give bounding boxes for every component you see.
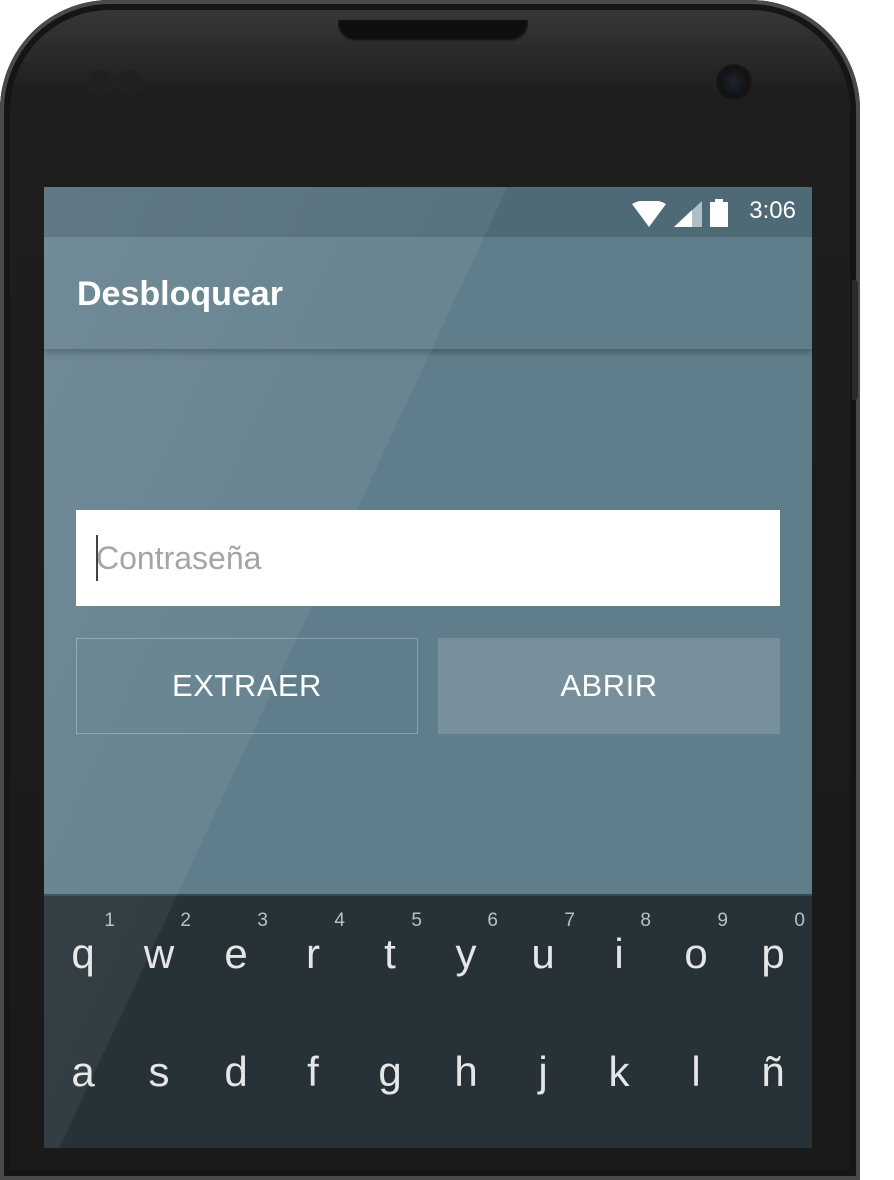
light-sensor [118, 70, 142, 94]
key-label: i [614, 930, 624, 977]
key-label: r [306, 930, 320, 977]
key-hint: 8 [640, 910, 651, 931]
key-r[interactable]: 4r [275, 896, 351, 1006]
key-k[interactable]: k [581, 1014, 657, 1124]
key-label: l [691, 1048, 701, 1095]
app-bar: Desbloquear [44, 237, 812, 349]
signal-icon [674, 201, 702, 227]
key-q[interactable]: 1q [45, 896, 121, 1006]
key-s[interactable]: s [121, 1014, 197, 1124]
key-f[interactable]: f [275, 1014, 351, 1124]
key-label: a [71, 1048, 95, 1095]
screen: 3:06 Desbloquear EXTRAER ABRIR 1q 2w 3e … [44, 187, 812, 1148]
battery-icon [710, 199, 728, 227]
key-label: y [455, 930, 477, 977]
key-a[interactable]: a [45, 1014, 121, 1124]
status-time: 3:06 [749, 197, 796, 224]
key-e[interactable]: 3e [198, 896, 274, 1006]
app-title: Desbloquear [77, 275, 283, 313]
key-hint: 9 [717, 910, 728, 931]
status-icons [632, 199, 728, 227]
key-label: o [684, 930, 708, 977]
key-label: g [378, 1048, 402, 1095]
proximity-sensor [88, 70, 112, 94]
key-t[interactable]: 5t [352, 896, 428, 1006]
earpiece-speaker [338, 20, 528, 42]
key-label: e [224, 930, 248, 977]
key-label: ñ [761, 1048, 785, 1095]
front-camera [716, 64, 752, 100]
power-button[interactable] [852, 280, 858, 400]
wifi-icon [632, 201, 666, 227]
key-n-tilde[interactable]: ñ [735, 1014, 811, 1124]
key-u[interactable]: 7u [505, 896, 581, 1006]
key-hint: 4 [334, 910, 345, 931]
key-d[interactable]: d [198, 1014, 274, 1124]
key-label: s [148, 1048, 170, 1095]
key-w[interactable]: 2w [121, 896, 197, 1006]
key-hint: 3 [257, 910, 268, 931]
key-g[interactable]: g [352, 1014, 428, 1124]
soft-keyboard: 1q 2w 3e 4r 5t 6y 7u 8i 9o 0p a s d f g … [44, 894, 812, 1148]
key-label: w [143, 930, 175, 977]
key-label: d [224, 1048, 248, 1095]
key-label: j [538, 1048, 548, 1095]
key-h[interactable]: h [428, 1014, 504, 1124]
password-input[interactable] [76, 510, 780, 606]
extract-button[interactable]: EXTRAER [76, 638, 418, 734]
key-hint: 1 [104, 910, 115, 931]
key-hint: 2 [180, 910, 191, 931]
key-label: t [384, 930, 396, 977]
key-label: h [454, 1048, 478, 1095]
key-y[interactable]: 6y [428, 896, 504, 1006]
key-j[interactable]: j [505, 1014, 581, 1124]
key-p[interactable]: 0p [735, 896, 811, 1006]
key-hint: 7 [564, 910, 575, 931]
key-hint: 5 [411, 910, 422, 931]
text-cursor [96, 535, 98, 581]
key-i[interactable]: 8i [581, 896, 657, 1006]
key-label: q [71, 930, 95, 977]
key-label: k [608, 1048, 630, 1095]
key-label: p [761, 930, 785, 977]
key-hint: 0 [794, 910, 805, 931]
open-button[interactable]: ABRIR [438, 638, 780, 734]
key-o[interactable]: 9o [658, 896, 734, 1006]
status-bar: 3:06 [44, 187, 812, 237]
key-l[interactable]: l [658, 1014, 734, 1124]
key-label: u [531, 930, 555, 977]
key-label: f [307, 1048, 319, 1095]
key-hint: 6 [487, 910, 498, 931]
